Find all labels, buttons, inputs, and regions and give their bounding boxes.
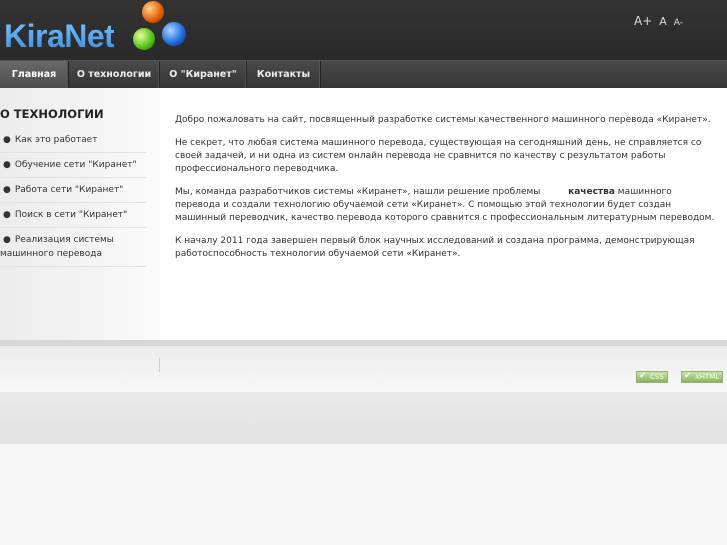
nav-about-kiranet[interactable]: О "Киранет"	[160, 61, 247, 89]
content-area: О ТЕХНОЛОГИИ ● Как это работает ● Обучение…	[0, 88, 727, 340]
nav-contacts[interactable]: Контакты	[247, 61, 321, 89]
logo-text: KiraNet	[4, 18, 115, 54]
footer: ✔ CSS ✔ XHTML	[0, 346, 727, 392]
sidebar-title: О ТЕХНОЛОГИИ	[0, 107, 104, 121]
font-reset-button[interactable]: A	[659, 15, 667, 28]
problem-paragraph: Не секрет, что любая система машинного п…	[175, 138, 702, 174]
sidebar-item-label: Как это работает	[14, 135, 98, 145]
solution-paragraph: Мы, команда разработчиков системы «Киран…	[175, 187, 715, 223]
sidebar-item-implementation[interactable]: ● Реализация системы машинного перевода	[0, 228, 146, 267]
logo-blue-ball-icon	[162, 22, 186, 46]
font-size-controls: A+ A A-	[634, 14, 683, 28]
sidebar-item-training[interactable]: ● Обучение сети "Киранет"	[0, 153, 146, 178]
bullet-icon: ●	[3, 135, 11, 145]
sidebar-menu: ● Как это работает ● Обучение сети "Киране…	[0, 128, 146, 267]
logo-green-ball-icon	[133, 28, 155, 50]
badge-label: XHTML	[695, 373, 720, 381]
quality-emphasis: качества	[568, 187, 615, 197]
check-icon: ✔	[684, 371, 692, 381]
sidebar-item-label: Реализация системы	[14, 235, 114, 245]
sidebar-item-label: Обучение сети "Киранет"	[14, 160, 137, 170]
check-icon: ✔	[639, 371, 647, 381]
bullet-icon: ●	[3, 160, 11, 170]
header: KiraNet A+ A A-	[0, 0, 727, 60]
sidebar: О ТЕХНОЛОГИИ ● Как это работает ● Обучение…	[0, 88, 160, 340]
sidebar-item-label-line2: машинного перевода	[0, 249, 102, 259]
css-validator-badge[interactable]: ✔ CSS	[636, 371, 668, 383]
intro-paragraph: Добро пожаловать на сайт, посвященный ра…	[175, 115, 711, 125]
main-nav: Главная О технологии О "Киранет" Контакт…	[0, 60, 727, 89]
bottom-band	[0, 392, 727, 444]
main-text: Добро пожаловать на сайт, посвященный ра…	[175, 114, 715, 271]
sidebar-item-operation[interactable]: ● Работа сети "Киранет"	[0, 178, 146, 203]
font-decrease-button[interactable]: A-	[674, 18, 683, 28]
sidebar-item-how-it-works[interactable]: ● Как это работает	[0, 128, 146, 153]
bullet-icon: ●	[3, 185, 11, 195]
logo[interactable]: KiraNet	[0, 0, 200, 60]
sidebar-item-search[interactable]: ● Поиск в сети "Киранет"	[0, 203, 146, 228]
sidebar-item-label: Поиск в сети "Киранет"	[14, 210, 128, 220]
bullet-icon: ●	[3, 210, 11, 220]
bullet-icon: ●	[3, 235, 11, 245]
sidebar-item-label: Работа сети "Киранет"	[14, 185, 124, 195]
xhtml-validator-badge[interactable]: ✔ XHTML	[681, 371, 724, 383]
logo-orange-ball-icon	[142, 1, 164, 23]
nav-home[interactable]: Главная	[0, 61, 69, 89]
progress-paragraph: К началу 2011 года завершен первый блок …	[175, 236, 695, 259]
nav-technology[interactable]: О технологии	[69, 61, 160, 89]
footer-divider	[159, 358, 160, 372]
font-increase-button[interactable]: A+	[634, 14, 652, 28]
badge-label: CSS	[650, 373, 664, 381]
